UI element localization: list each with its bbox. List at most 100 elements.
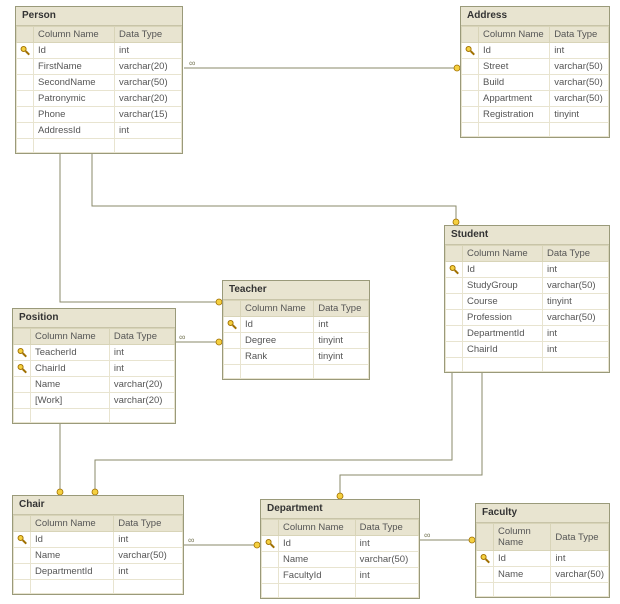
column-name: ChairId [31,361,110,377]
entity-department[interactable]: Department Column NameData Type IdintNam… [260,499,420,599]
column-type: int [550,43,609,59]
column-row[interactable]: Ranktinyint [224,349,369,365]
column-row[interactable]: Coursetinyint [446,294,609,310]
column-type: int [355,568,418,584]
column-row[interactable]: FirstNamevarchar(20) [17,59,182,75]
column-row[interactable]: Phonevarchar(15) [17,107,182,123]
primary-key-icon [477,551,494,567]
key-cell [14,393,31,409]
entity-person[interactable]: Person Column NameData Type IdintFirstNa… [15,6,183,154]
empty-row [462,123,609,137]
column-row[interactable]: Namevarchar(50) [262,552,419,568]
key-cell [17,123,34,139]
key-cell [262,552,279,568]
column-row[interactable]: Namevarchar(50) [477,567,609,583]
entity-title: Position [13,309,175,328]
column-name: Id [31,532,114,548]
empty-row [224,365,369,379]
entity-columns: Column NameData Type TeacherIdintChairId… [13,328,175,423]
column-row[interactable]: Idint [446,262,609,278]
entity-faculty[interactable]: Faculty Column NameData Type IdintNameva… [475,503,610,598]
key-cell [462,59,479,75]
svg-text:∞: ∞ [179,332,185,342]
key-cell [14,548,31,564]
column-row[interactable]: Buildvarchar(50) [462,75,609,91]
empty-row [446,358,609,372]
column-row[interactable]: Degreetinyint [224,333,369,349]
column-row[interactable]: FacultyIdint [262,568,419,584]
primary-key-icon [14,345,31,361]
column-row[interactable]: ChairIdint [446,342,609,358]
column-type: varchar(50) [542,310,608,326]
column-row[interactable]: Idint [477,551,609,567]
key-cell [446,310,463,326]
column-row[interactable]: Professionvarchar(50) [446,310,609,326]
column-row[interactable]: Registrationtinyint [462,107,609,123]
entity-columns: Column NameData Type IdintNamevarchar(50… [476,523,609,597]
key-cell [462,91,479,107]
column-name: Build [479,75,550,91]
key-cell [224,349,241,365]
entity-title: Student [445,226,609,245]
svg-text:∞: ∞ [424,530,430,540]
column-name: FacultyId [279,568,356,584]
empty-row [17,139,182,153]
column-type: varchar(20) [115,91,182,107]
entity-position[interactable]: Position Column NameData Type TeacherIdi… [12,308,176,424]
column-name: Patronymic [34,91,115,107]
column-type: tinyint [542,294,608,310]
column-row[interactable]: Idint [462,43,609,59]
key-cell [17,75,34,91]
key-cell [17,91,34,107]
column-name: Rank [241,349,314,365]
column-name: Street [479,59,550,75]
entity-columns: Column NameData Type IdintNamevarchar(50… [261,519,419,598]
entity-title: Faculty [476,504,609,523]
svg-text:∞: ∞ [188,535,194,545]
column-type: int [542,342,608,358]
entity-teacher[interactable]: Teacher Column NameData Type IdintDegree… [222,280,370,380]
column-row[interactable]: Namevarchar(20) [14,377,175,393]
column-row[interactable]: [Work]varchar(20) [14,393,175,409]
column-row[interactable]: Patronymicvarchar(20) [17,91,182,107]
column-name: Id [479,43,550,59]
entity-chair[interactable]: Chair Column NameData Type IdintNamevarc… [12,495,184,595]
column-row[interactable]: ChairIdint [14,361,175,377]
column-type: int [114,532,183,548]
primary-key-icon [14,532,31,548]
column-row[interactable]: Idint [17,43,182,59]
column-type: int [115,123,182,139]
column-name: Profession [463,310,543,326]
primary-key-icon [14,361,31,377]
column-row[interactable]: StudyGroupvarchar(50) [446,278,609,294]
column-type: varchar(50) [550,75,609,91]
column-row[interactable]: SecondNamevarchar(50) [17,75,182,91]
entity-title: Department [261,500,419,519]
column-row[interactable]: Idint [262,536,419,552]
column-row[interactable]: AddressIdint [17,123,182,139]
column-type: tinyint [314,349,369,365]
key-cell [446,342,463,358]
column-row[interactable]: Idint [14,532,183,548]
column-name: Id [241,317,314,333]
entity-columns: Column NameData Type IdintDegreetinyintR… [223,300,369,379]
key-cell [446,294,463,310]
key-cell [446,278,463,294]
column-row[interactable]: TeacherIdint [14,345,175,361]
column-row[interactable]: DepartmentIdint [446,326,609,342]
column-row[interactable]: Idint [224,317,369,333]
entity-address[interactable]: Address Column NameData Type IdintStreet… [460,6,610,138]
column-name: FirstName [34,59,115,75]
column-name: Name [279,552,356,568]
column-row[interactable]: DepartmentIdint [14,564,183,580]
column-row[interactable]: Streetvarchar(50) [462,59,609,75]
column-type: varchar(50) [355,552,418,568]
column-type: varchar(50) [115,75,182,91]
column-name: Phone [34,107,115,123]
column-type: varchar(20) [109,393,174,409]
column-row[interactable]: Namevarchar(50) [14,548,183,564]
entity-student[interactable]: Student Column NameData Type IdintStudyG… [444,225,610,373]
empty-row [262,584,419,598]
column-row[interactable]: Appartmentvarchar(50) [462,91,609,107]
entity-title: Person [16,7,182,26]
